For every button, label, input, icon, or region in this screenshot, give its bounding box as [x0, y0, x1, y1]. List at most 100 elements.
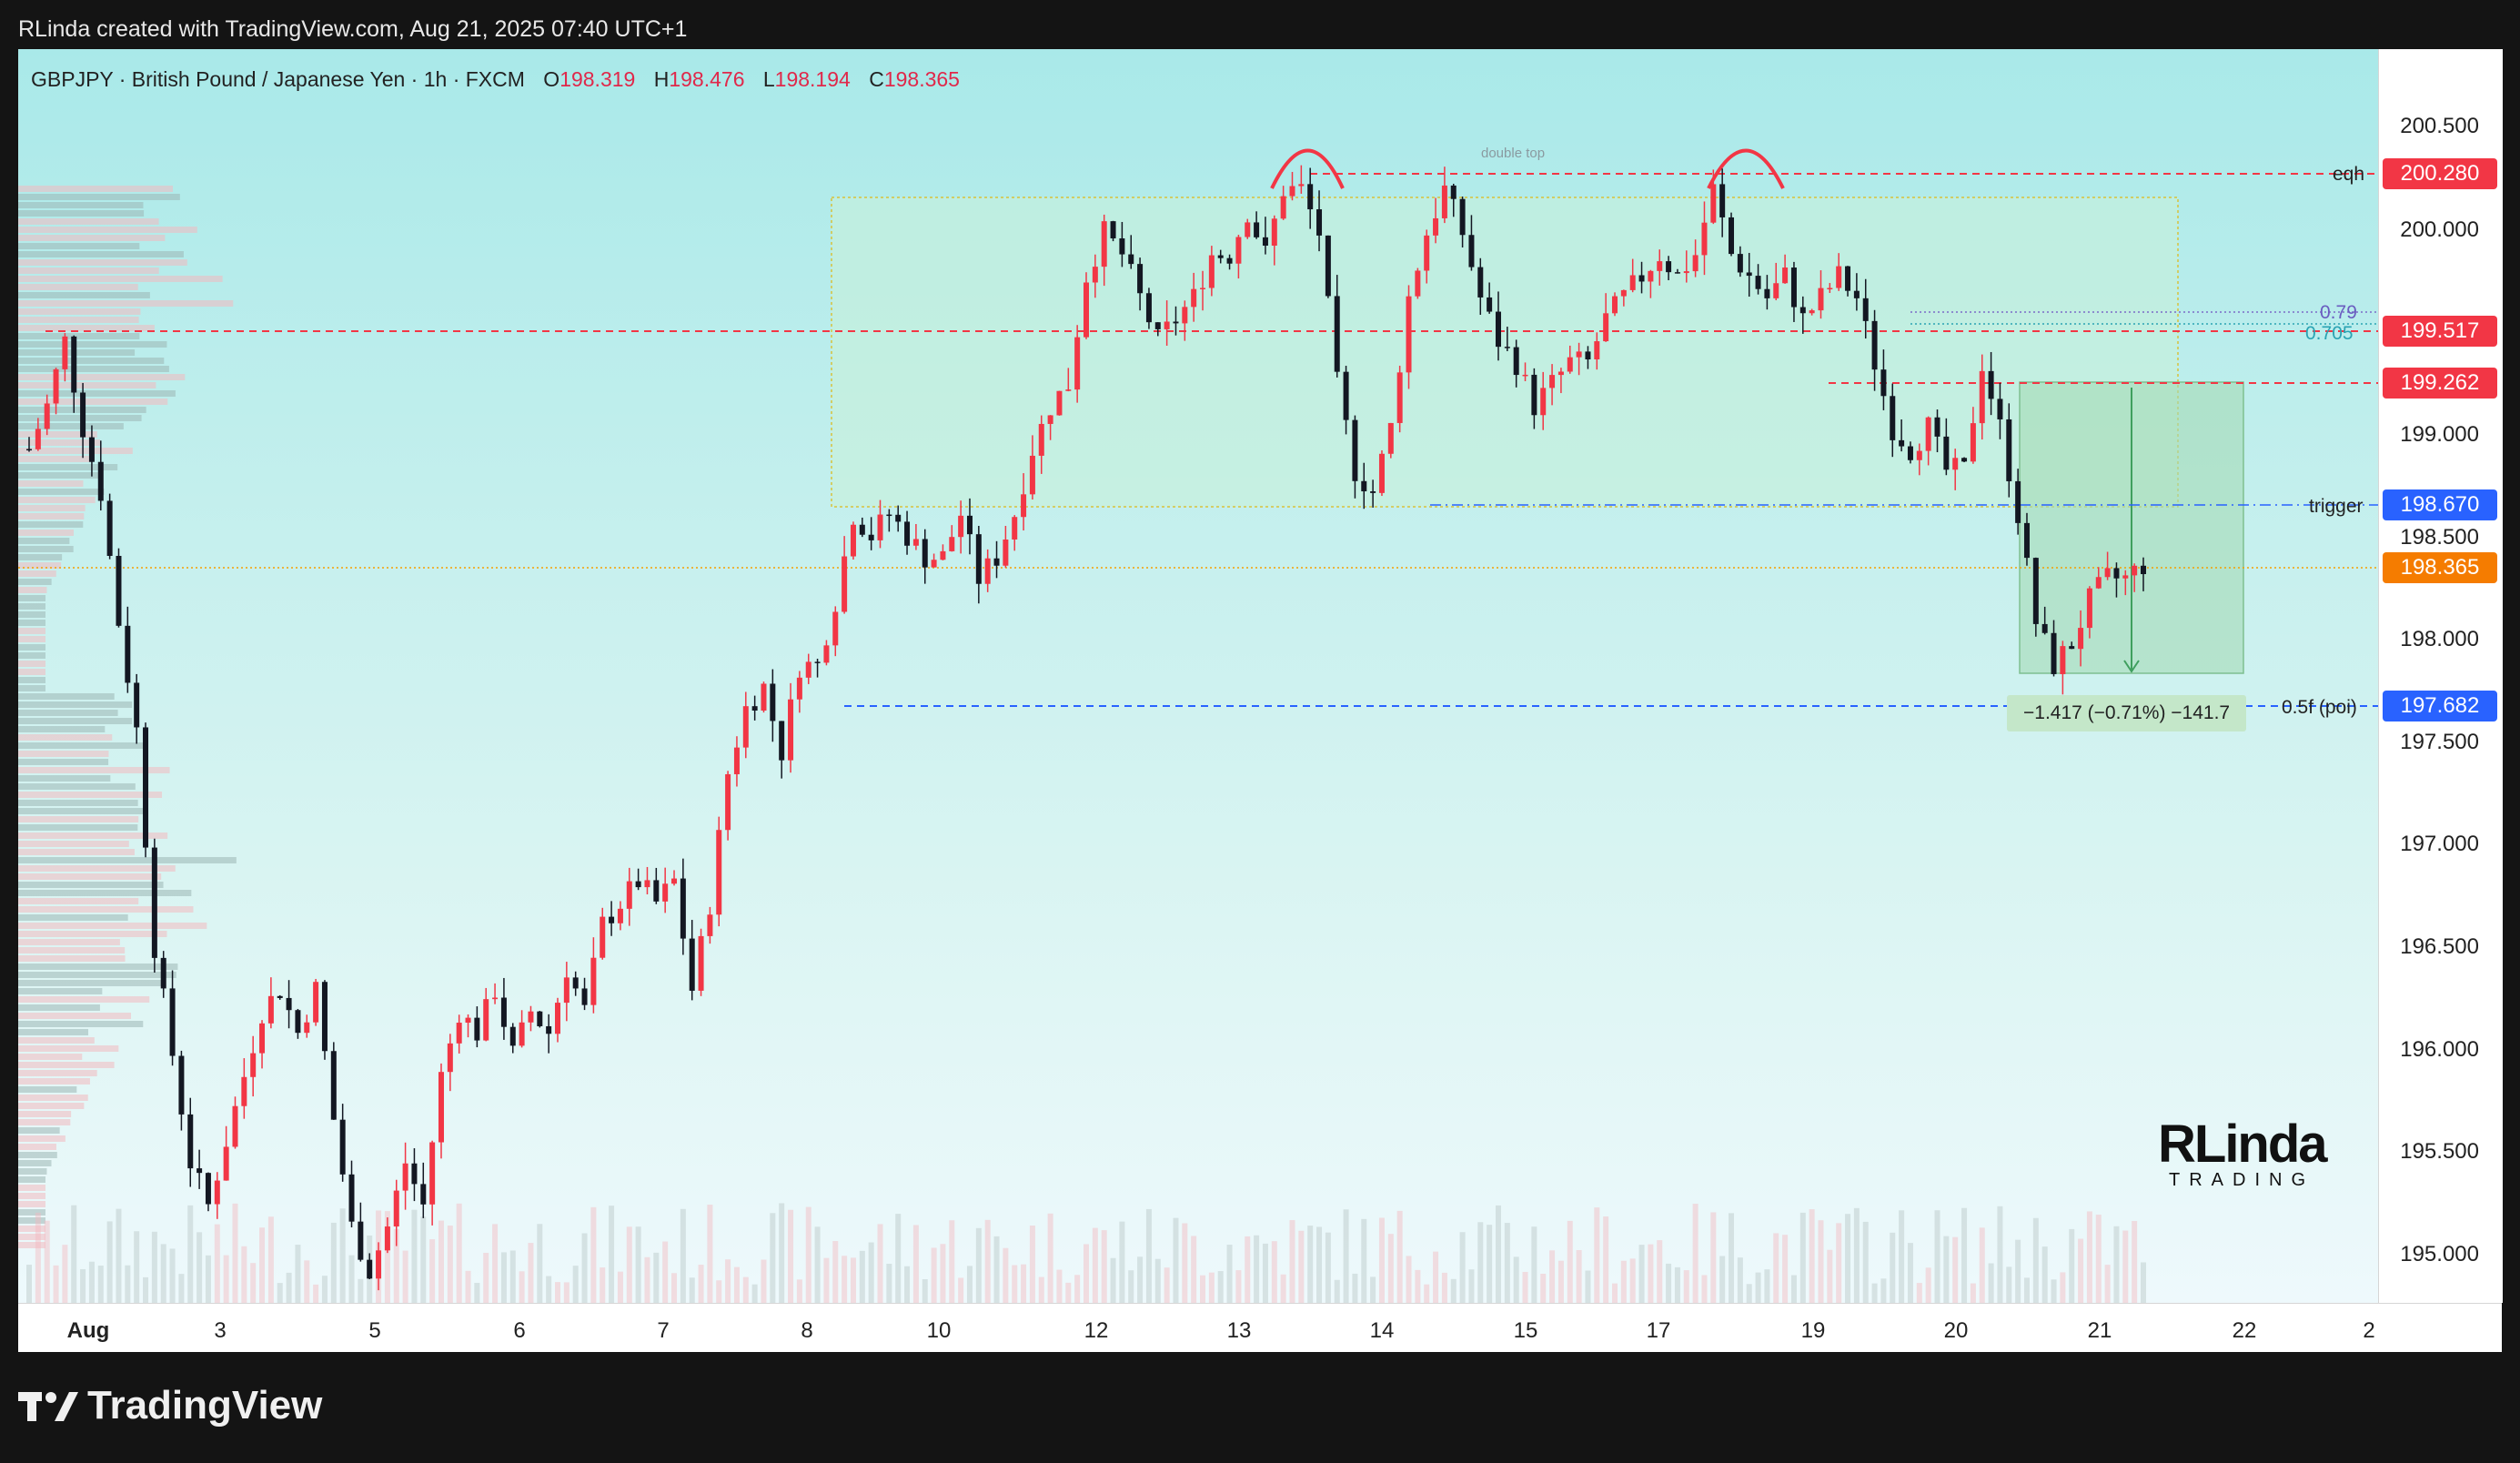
volume-bar: [1298, 1230, 1305, 1303]
candle-body: [134, 682, 140, 728]
symbol-legend[interactable]: GBPJPY · British Pound / Japanese Yen · …: [31, 67, 960, 92]
candle-body: [214, 1180, 220, 1205]
volume-bar: [1208, 1272, 1215, 1303]
candle-body: [44, 403, 50, 429]
volume-profile-bar: [18, 718, 133, 724]
volume-bar: [716, 1280, 722, 1303]
volume-profile-bar: [18, 1193, 45, 1199]
candle-body: [1182, 307, 1188, 324]
volume-bar: [1818, 1220, 1824, 1303]
price-tag-current[interactable]: 198.365: [2383, 552, 2497, 583]
candle-body: [653, 880, 660, 902]
candle-body: [2041, 623, 2048, 633]
volume-bar: [2132, 1221, 2138, 1303]
candle-body: [1450, 185, 1457, 199]
price-tag-199262[interactable]: 199.262: [2383, 368, 2497, 399]
candle-body: [2122, 575, 2129, 579]
chart-frame[interactable]: GBPJPY · British Pound / Japanese Yen · …: [18, 49, 2503, 1353]
volume-bar: [751, 1284, 758, 1303]
tradingview-brand[interactable]: TradingView: [87, 1383, 322, 1428]
candle-body: [2032, 558, 2039, 624]
volume-bar: [2060, 1272, 2066, 1303]
price-tag-poi[interactable]: 197.682: [2383, 691, 2497, 721]
price-tag-199517[interactable]: 199.517: [2383, 316, 2497, 347]
plot-area[interactable]: GBPJPY · British Pound / Japanese Yen · …: [18, 49, 2378, 1303]
volume-bar: [304, 1260, 310, 1303]
candle-body: [1191, 288, 1197, 308]
candle-body: [1890, 396, 1896, 440]
volume-bar: [2113, 1226, 2120, 1303]
close-value: 198.365: [883, 67, 960, 91]
volume-bar: [698, 1265, 704, 1303]
volume-bar: [1450, 1278, 1457, 1303]
price-tick: 198.500: [2400, 525, 2479, 550]
price-tag-eqh[interactable]: 200.280: [2383, 158, 2497, 189]
volume-profile-bar: [18, 882, 164, 888]
volume-bar: [116, 1208, 122, 1303]
candle-body: [1799, 307, 1806, 314]
volume-profile: [18, 186, 237, 1248]
double-top-arc-right[interactable]: [1707, 148, 1785, 189]
volume-profile-bar: [18, 800, 138, 806]
candle-body: [1468, 235, 1475, 267]
price-chart-svg[interactable]: [18, 49, 2378, 1303]
volume-profile-bar: [18, 1127, 60, 1134]
volume-profile-bar: [18, 685, 45, 691]
volume-profile-bar: [18, 1062, 115, 1068]
price-axis[interactable]: 200.500 200.000 199.000 198.500 198.000 …: [2378, 49, 2503, 1303]
volume-bar: [1862, 1221, 1869, 1303]
volume-bar: [1029, 1225, 1035, 1303]
volume-profile-bar: [18, 276, 223, 282]
volume-bar: [1692, 1204, 1698, 1303]
trigger-label: trigger: [2309, 496, 2364, 517]
volume-bar: [1128, 1270, 1134, 1303]
volume-bar: [106, 1221, 113, 1303]
volume-profile-bar: [18, 980, 166, 986]
volume-bar: [267, 1216, 274, 1303]
time-label: 15: [1513, 1318, 1538, 1343]
volume-profile-bar: [18, 898, 139, 904]
volume-bar: [1343, 1209, 1349, 1303]
candle-body: [223, 1146, 229, 1181]
volume-bar: [1137, 1256, 1144, 1303]
volume-bar: [832, 1241, 839, 1303]
poi-label: 0.5f (poi): [2282, 697, 2357, 718]
volume-profile-bar: [18, 570, 56, 577]
volume-profile-bar: [18, 628, 45, 634]
position-stats[interactable]: −1.417 (−0.71%) −141.7: [2007, 695, 2247, 732]
volume-bar: [590, 1206, 597, 1303]
candle-body: [1074, 337, 1081, 390]
volume-bar: [1638, 1245, 1645, 1303]
volume-bar: [205, 1255, 211, 1303]
volume-bar: [241, 1246, 247, 1303]
candle-body: [1084, 282, 1089, 338]
volume-bar: [537, 1224, 543, 1303]
candle-body: [2086, 588, 2092, 629]
candle-body: [1979, 370, 1985, 424]
candle-body: [1729, 217, 1735, 255]
volume-bar: [1084, 1244, 1089, 1303]
volume-bar: [358, 1278, 364, 1303]
volume-profile-bar: [18, 1119, 71, 1125]
candle-body: [984, 558, 991, 584]
candle-body: [1003, 539, 1009, 566]
time-axis[interactable]: Aug 3 5 6 7 8 10 12 13 14 15 17 19 20 21…: [18, 1303, 2502, 1353]
volume-bar: [80, 1268, 86, 1303]
candle-body: [761, 683, 767, 711]
candle-body: [644, 880, 650, 888]
volume-bar: [1648, 1244, 1654, 1303]
candle-body: [1997, 399, 2003, 419]
volume-profile-bar: [18, 710, 118, 716]
candle-body: [2095, 577, 2102, 589]
volume-bar: [1979, 1227, 1985, 1303]
volume-bar: [1334, 1279, 1340, 1303]
double-top-arc-left[interactable]: [1270, 148, 1345, 189]
price-tag-trigger[interactable]: 198.670: [2383, 489, 2497, 520]
volume-bar: [1620, 1260, 1627, 1303]
candle-body: [1871, 320, 1878, 370]
volume-profile-bar: [18, 587, 47, 593]
candle-body: [1119, 237, 1125, 255]
volume-bar: [2023, 1277, 2030, 1303]
symbol-title[interactable]: GBPJPY · British Pound / Japanese Yen · …: [31, 67, 525, 91]
volume-profile-bar: [18, 1045, 119, 1052]
